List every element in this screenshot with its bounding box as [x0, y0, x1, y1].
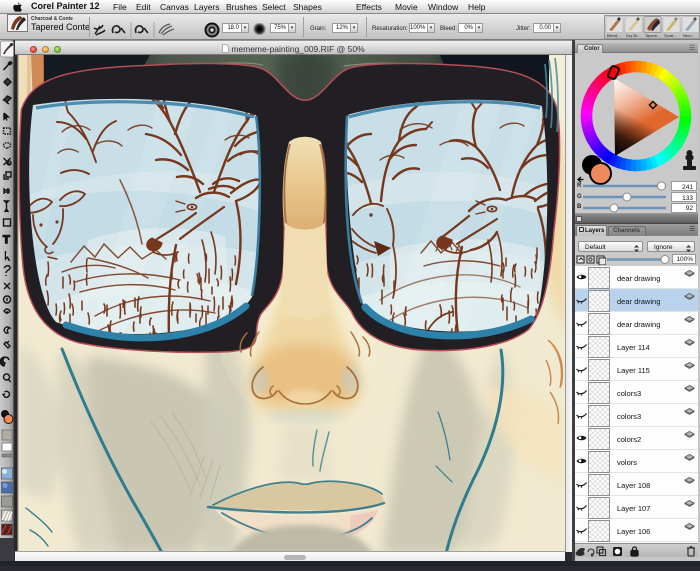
svg-text:Blend...: Blend... [607, 33, 621, 38]
svg-text:Scrat...: Scrat... [664, 33, 677, 38]
svg-text:T: T [3, 234, 10, 246]
svg-text:Dry Br...: Dry Br... [626, 33, 640, 38]
svg-text:Tapere...: Tapere... [645, 33, 661, 38]
svg-text:Nerv...: Nerv... [683, 33, 694, 38]
